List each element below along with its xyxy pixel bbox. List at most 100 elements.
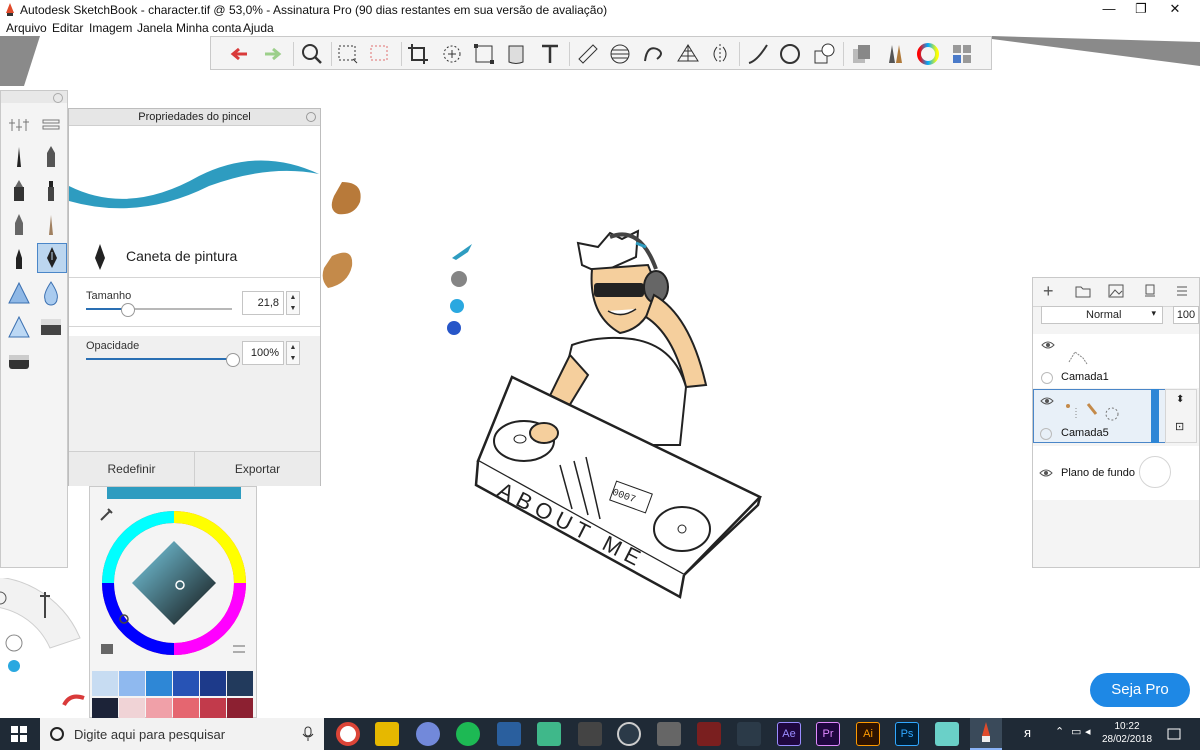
ink-pen-icon[interactable] [5, 245, 33, 273]
layer-menu-icon[interactable] [1175, 284, 1189, 298]
menu-ajuda[interactable]: Ajuda [243, 21, 274, 35]
french-curve-icon[interactable] [641, 41, 667, 67]
background-color-chip[interactable] [1139, 456, 1171, 488]
felt-pen-icon[interactable] [37, 177, 65, 205]
reset-button[interactable]: Redefinir [69, 451, 195, 486]
undo-icon[interactable] [227, 41, 253, 67]
close-button[interactable]: ✕ [1152, 0, 1198, 20]
volume-icon[interactable]: ◂ [1085, 725, 1091, 738]
fill-icon[interactable] [503, 41, 529, 67]
layer-row[interactable]: Plano de fundo [1033, 446, 1199, 500]
ellipse-guide-icon[interactable] [607, 41, 633, 67]
layer-radio[interactable] [1040, 428, 1052, 440]
opacity-slider[interactable] [86, 358, 232, 360]
spotify-icon[interactable] [456, 722, 480, 746]
color-wheel-icon[interactable] [915, 41, 941, 67]
app-icon[interactable] [657, 722, 681, 746]
panel-close-icon[interactable] [306, 112, 316, 122]
opacity-input[interactable]: 100% [242, 341, 284, 365]
add-layer-icon[interactable]: + [1043, 281, 1054, 302]
pen-radial-icon[interactable] [4, 634, 24, 654]
select-rect-icon[interactable] [335, 41, 361, 67]
text-icon[interactable] [537, 41, 563, 67]
undo-radial-icon[interactable] [60, 688, 88, 714]
paint-pen-icon-selected[interactable] [37, 243, 67, 273]
clock[interactable]: 10:22 28/02/2018 [1098, 720, 1156, 746]
tray-chevron-icon[interactable]: ⌃ [1055, 725, 1064, 738]
color-swatch[interactable] [173, 671, 199, 696]
shapes-icon[interactable] [811, 41, 837, 67]
color-puck-icon[interactable] [4, 658, 24, 678]
current-color-chip[interactable] [107, 487, 241, 499]
menu-janela[interactable]: Janela [137, 21, 172, 35]
eye-icon[interactable] [1041, 340, 1055, 350]
app-icon[interactable] [935, 722, 959, 746]
layer-opacity-input[interactable]: 100 [1173, 306, 1199, 324]
opacity-slider-handle[interactable] [226, 353, 240, 367]
menu-arquivo[interactable]: Arquivo [6, 21, 47, 35]
layer-radio[interactable] [1041, 372, 1053, 384]
color-sliders-icon[interactable] [230, 640, 248, 658]
airbrush-icon[interactable] [5, 177, 33, 205]
brush-radial-icon[interactable] [34, 606, 54, 626]
ballpoint-icon[interactable] [5, 211, 33, 239]
discord-icon[interactable] [416, 722, 440, 746]
symmetry-icon[interactable] [707, 41, 733, 67]
app-icon[interactable] [617, 722, 641, 746]
opacity-stepper[interactable]: ▲ ▼ [286, 341, 300, 365]
brush-settings-icon[interactable] [5, 111, 33, 139]
app-icon[interactable] [697, 722, 721, 746]
color-wheel[interactable] [98, 507, 250, 659]
color-swatch[interactable] [146, 671, 172, 696]
perspective-icon[interactable] [675, 41, 701, 67]
brush-library-icon[interactable] [37, 111, 65, 139]
menu-editar[interactable]: Editar [52, 21, 83, 35]
size-input[interactable]: 21,8 [242, 291, 284, 315]
ellipse-icon[interactable] [777, 41, 803, 67]
premiere-icon[interactable]: Pr [816, 722, 840, 746]
distort-icon[interactable] [471, 41, 497, 67]
size-stepper[interactable]: ▲ ▼ [286, 291, 300, 315]
panels-icon[interactable] [949, 41, 975, 67]
people-icon[interactable]: ᴙ [1024, 725, 1031, 740]
network-icon[interactable]: ▭ [1071, 725, 1081, 738]
app-icon[interactable] [578, 722, 602, 746]
color-swatch[interactable] [200, 671, 226, 696]
color-swatch[interactable] [227, 671, 253, 696]
move-layer-icon[interactable]: ⬍ [1176, 394, 1184, 405]
color-mode-icon[interactable] [98, 640, 116, 658]
soft-eraser-icon[interactable] [5, 347, 33, 375]
eye-icon[interactable] [1039, 468, 1053, 478]
image-layer-icon[interactable] [1108, 284, 1124, 298]
layer-row[interactable]: Camada1 [1033, 334, 1199, 388]
file-explorer-icon[interactable] [375, 722, 399, 746]
merge-layer-icon[interactable] [1143, 284, 1157, 298]
folder-icon[interactable] [1075, 284, 1091, 298]
pencil-icon[interactable] [5, 143, 33, 171]
zoom-icon[interactable] [299, 41, 325, 67]
blend-mode-select[interactable]: Normal ▾ [1041, 306, 1163, 324]
lock-icon[interactable]: ⊡ [1175, 420, 1184, 433]
illustrator-icon[interactable]: Ai [856, 722, 880, 746]
crop-icon[interactable] [405, 41, 431, 67]
copy-icon[interactable] [849, 41, 875, 67]
water-drop-icon[interactable] [37, 279, 65, 307]
marker-icon[interactable] [37, 143, 65, 171]
fine-pencil-icon[interactable] [37, 211, 65, 239]
sketchbook-taskbar-icon[interactable] [970, 718, 1002, 750]
eye-icon[interactable] [1040, 396, 1054, 406]
after-effects-icon[interactable]: Ae [777, 722, 801, 746]
photoshop-icon[interactable]: Ps [895, 722, 919, 746]
menu-minha-conta[interactable]: Minha conta [176, 21, 241, 35]
chrome-icon[interactable] [336, 722, 360, 746]
microphone-icon[interactable] [302, 726, 314, 742]
windows-start-icon[interactable] [11, 726, 27, 742]
app-icon[interactable] [537, 722, 561, 746]
color-swatch[interactable] [92, 671, 118, 696]
triangle-brush-icon[interactable] [5, 279, 33, 307]
layer-row-selected[interactable]: Camada5 [1033, 389, 1187, 443]
size-slider[interactable] [86, 308, 232, 310]
export-button[interactable]: Exportar [195, 451, 320, 486]
color-swatch[interactable] [119, 671, 145, 696]
eraser-icon[interactable] [37, 313, 65, 341]
